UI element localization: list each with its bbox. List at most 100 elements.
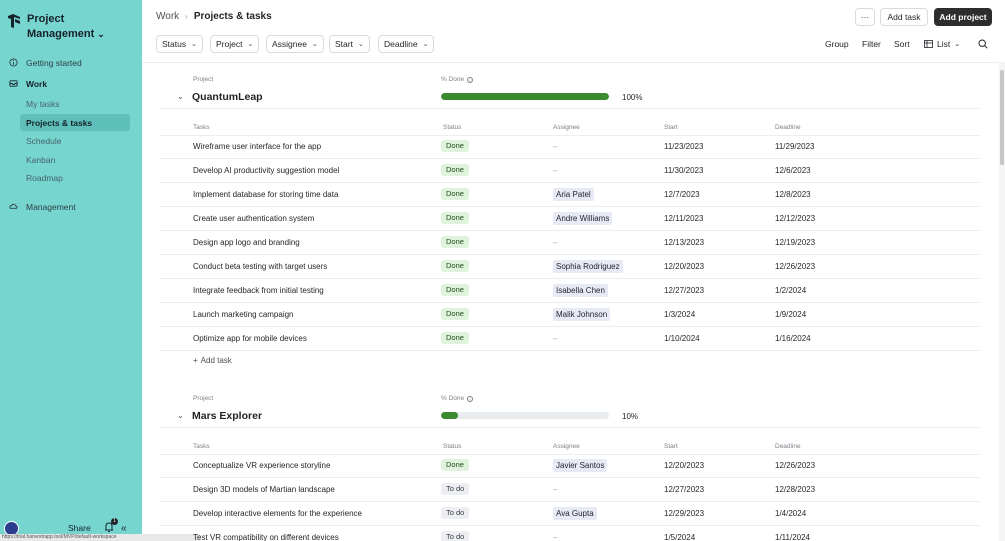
assignee[interactable]: –: [553, 334, 557, 343]
task-name[interactable]: Conceptualize VR experience storyline: [193, 461, 330, 470]
assignee[interactable]: –: [553, 166, 557, 175]
nav-work[interactable]: Work: [6, 75, 130, 92]
status-badge[interactable]: Done: [441, 284, 469, 296]
filter-deadline[interactable]: Deadline ⌄: [378, 35, 435, 53]
status-badge[interactable]: Done: [441, 459, 469, 471]
start-date[interactable]: 1/3/2024: [664, 310, 695, 319]
status-badge[interactable]: Done: [441, 332, 469, 344]
nav-getting-started[interactable]: Getting started: [6, 54, 130, 71]
search-icon[interactable]: [978, 39, 988, 49]
status-badge[interactable]: Done: [441, 212, 469, 224]
status-badge[interactable]: Done: [441, 308, 469, 320]
assignee[interactable]: –: [553, 485, 557, 494]
assignee[interactable]: Sophia Rodriguez: [553, 260, 623, 273]
sort-button[interactable]: Sort: [894, 39, 910, 49]
chevron-down-icon[interactable]: ⌄: [177, 92, 184, 101]
project-name[interactable]: Mars Explorer: [192, 410, 262, 422]
table-row[interactable]: Conduct beta testing with target users Do…: [160, 255, 980, 279]
deadline-date[interactable]: 12/28/2023: [775, 485, 815, 494]
start-date[interactable]: 12/20/2023: [664, 461, 704, 470]
assignee[interactable]: –: [553, 238, 557, 247]
assignee[interactable]: –: [553, 142, 557, 151]
assignee[interactable]: Ava Gupta: [553, 507, 597, 520]
deadline-date[interactable]: 1/2/2024: [775, 286, 806, 295]
assignee[interactable]: –: [553, 533, 557, 541]
start-date[interactable]: 12/27/2023: [664, 286, 704, 295]
status-badge[interactable]: Done: [441, 140, 469, 152]
project-name[interactable]: QuantumLeap: [192, 91, 263, 103]
start-date[interactable]: 11/23/2023: [664, 142, 703, 151]
chevron-down-icon[interactable]: ⌄: [177, 411, 184, 420]
table-row[interactable]: Develop interactive elements for the exp…: [160, 502, 980, 526]
start-date[interactable]: 11/30/2023: [664, 166, 703, 175]
deadline-date[interactable]: 12/8/2023: [775, 190, 811, 199]
task-name[interactable]: Develop AI productivity suggestion model: [193, 166, 339, 175]
status-badge[interactable]: Done: [441, 236, 469, 248]
status-badge[interactable]: Done: [441, 188, 469, 200]
deadline-date[interactable]: 1/4/2024: [775, 509, 806, 518]
deadline-date[interactable]: 12/19/2023: [775, 238, 815, 247]
deadline-date[interactable]: 12/26/2023: [775, 262, 815, 271]
subnav-projects-tasks[interactable]: Projects & tasks: [20, 114, 130, 131]
task-name[interactable]: Launch marketing campaign: [193, 310, 294, 319]
task-name[interactable]: Conduct beta testing with target users: [193, 262, 327, 271]
deadline-date[interactable]: 12/26/2023: [775, 461, 815, 470]
add-task-inline-button[interactable]: + Add task: [193, 356, 232, 365]
status-badge[interactable]: To do: [441, 483, 470, 495]
table-row[interactable]: Conceptualize VR experience storyline Don…: [160, 454, 980, 478]
deadline-date[interactable]: 11/29/2023: [775, 142, 814, 151]
subnav-roadmap[interactable]: Roadmap: [20, 169, 130, 186]
start-date[interactable]: 12/27/2023: [664, 485, 704, 494]
breadcrumb-parent[interactable]: Work: [156, 11, 179, 22]
filter-status[interactable]: Status ⌄: [156, 35, 203, 53]
nav-management[interactable]: Management: [6, 198, 130, 215]
table-row[interactable]: Launch marketing campaign Done Malik Johns…: [160, 303, 980, 327]
table-row[interactable]: Design app logo and branding Done – 12/13/2…: [160, 231, 980, 255]
table-row[interactable]: Integrate feedback from initial testing D…: [160, 279, 980, 303]
table-row[interactable]: Wireframe user interface for the app Done…: [160, 135, 980, 159]
table-row[interactable]: Implement database for storing time data…: [160, 183, 980, 207]
table-row[interactable]: Test VR compatibility on different devic…: [160, 526, 980, 541]
assignee[interactable]: Andre Williams: [553, 212, 613, 225]
task-name[interactable]: Test VR compatibility on different devic…: [193, 533, 339, 541]
task-name[interactable]: Wireframe user interface for the app: [193, 142, 321, 151]
assignee[interactable]: Aria Patel: [553, 188, 594, 201]
more-button[interactable]: ···: [855, 8, 875, 26]
assignee[interactable]: Malik Johnson: [553, 308, 611, 321]
filter-project[interactable]: Project ⌄: [210, 35, 260, 53]
subnav-schedule[interactable]: Schedule: [20, 132, 130, 149]
task-name[interactable]: Develop interactive elements for the exp…: [193, 509, 362, 518]
task-name[interactable]: Design app logo and branding: [193, 238, 300, 247]
scrollbar-thumb[interactable]: [1000, 70, 1004, 165]
task-name[interactable]: Design 3D models of Martian landscape: [193, 485, 335, 494]
start-date[interactable]: 12/13/2023: [664, 238, 704, 247]
table-row[interactable]: Create user authentication system Done And…: [160, 207, 980, 231]
assignee[interactable]: Javier Santos: [553, 459, 608, 472]
share-button[interactable]: Share: [68, 523, 91, 533]
add-task-button[interactable]: Add task: [880, 8, 928, 26]
deadline-date[interactable]: 1/9/2024: [775, 310, 806, 319]
start-date[interactable]: 12/11/2023: [664, 214, 703, 223]
start-date[interactable]: 1/5/2024: [664, 533, 695, 541]
table-row[interactable]: Develop AI productivity suggestion model…: [160, 159, 980, 183]
brand[interactable]: Project Management ⌄: [6, 12, 105, 42]
status-badge[interactable]: To do: [441, 507, 470, 519]
task-name[interactable]: Create user authentication system: [193, 214, 314, 223]
deadline-date[interactable]: 12/12/2023: [775, 214, 815, 223]
view-switcher[interactable]: List ⌄: [924, 39, 960, 49]
table-row[interactable]: Optimize app for mobile devices Done – 1/10…: [160, 327, 980, 351]
task-name[interactable]: Optimize app for mobile devices: [193, 334, 307, 343]
task-name[interactable]: Integrate feedback from initial testing: [193, 286, 324, 295]
task-name[interactable]: Implement database for storing time data: [193, 190, 338, 199]
filter-assignee[interactable]: Assignee ⌄: [266, 35, 324, 53]
start-date[interactable]: 12/29/2023: [664, 509, 704, 518]
group-button[interactable]: Group: [825, 39, 849, 49]
table-row[interactable]: Design 3D models of Martian landscape To …: [160, 478, 980, 502]
assignee[interactable]: Isabella Chen: [553, 284, 608, 297]
subnav-my-tasks[interactable]: My tasks: [20, 95, 130, 112]
filter-start[interactable]: Start ⌄: [329, 35, 370, 53]
subnav-kanban[interactable]: Kanban: [20, 151, 130, 168]
deadline-date[interactable]: 1/16/2024: [775, 334, 811, 343]
deadline-date[interactable]: 12/6/2023: [775, 166, 811, 175]
deadline-date[interactable]: 1/11/2024: [775, 533, 810, 541]
